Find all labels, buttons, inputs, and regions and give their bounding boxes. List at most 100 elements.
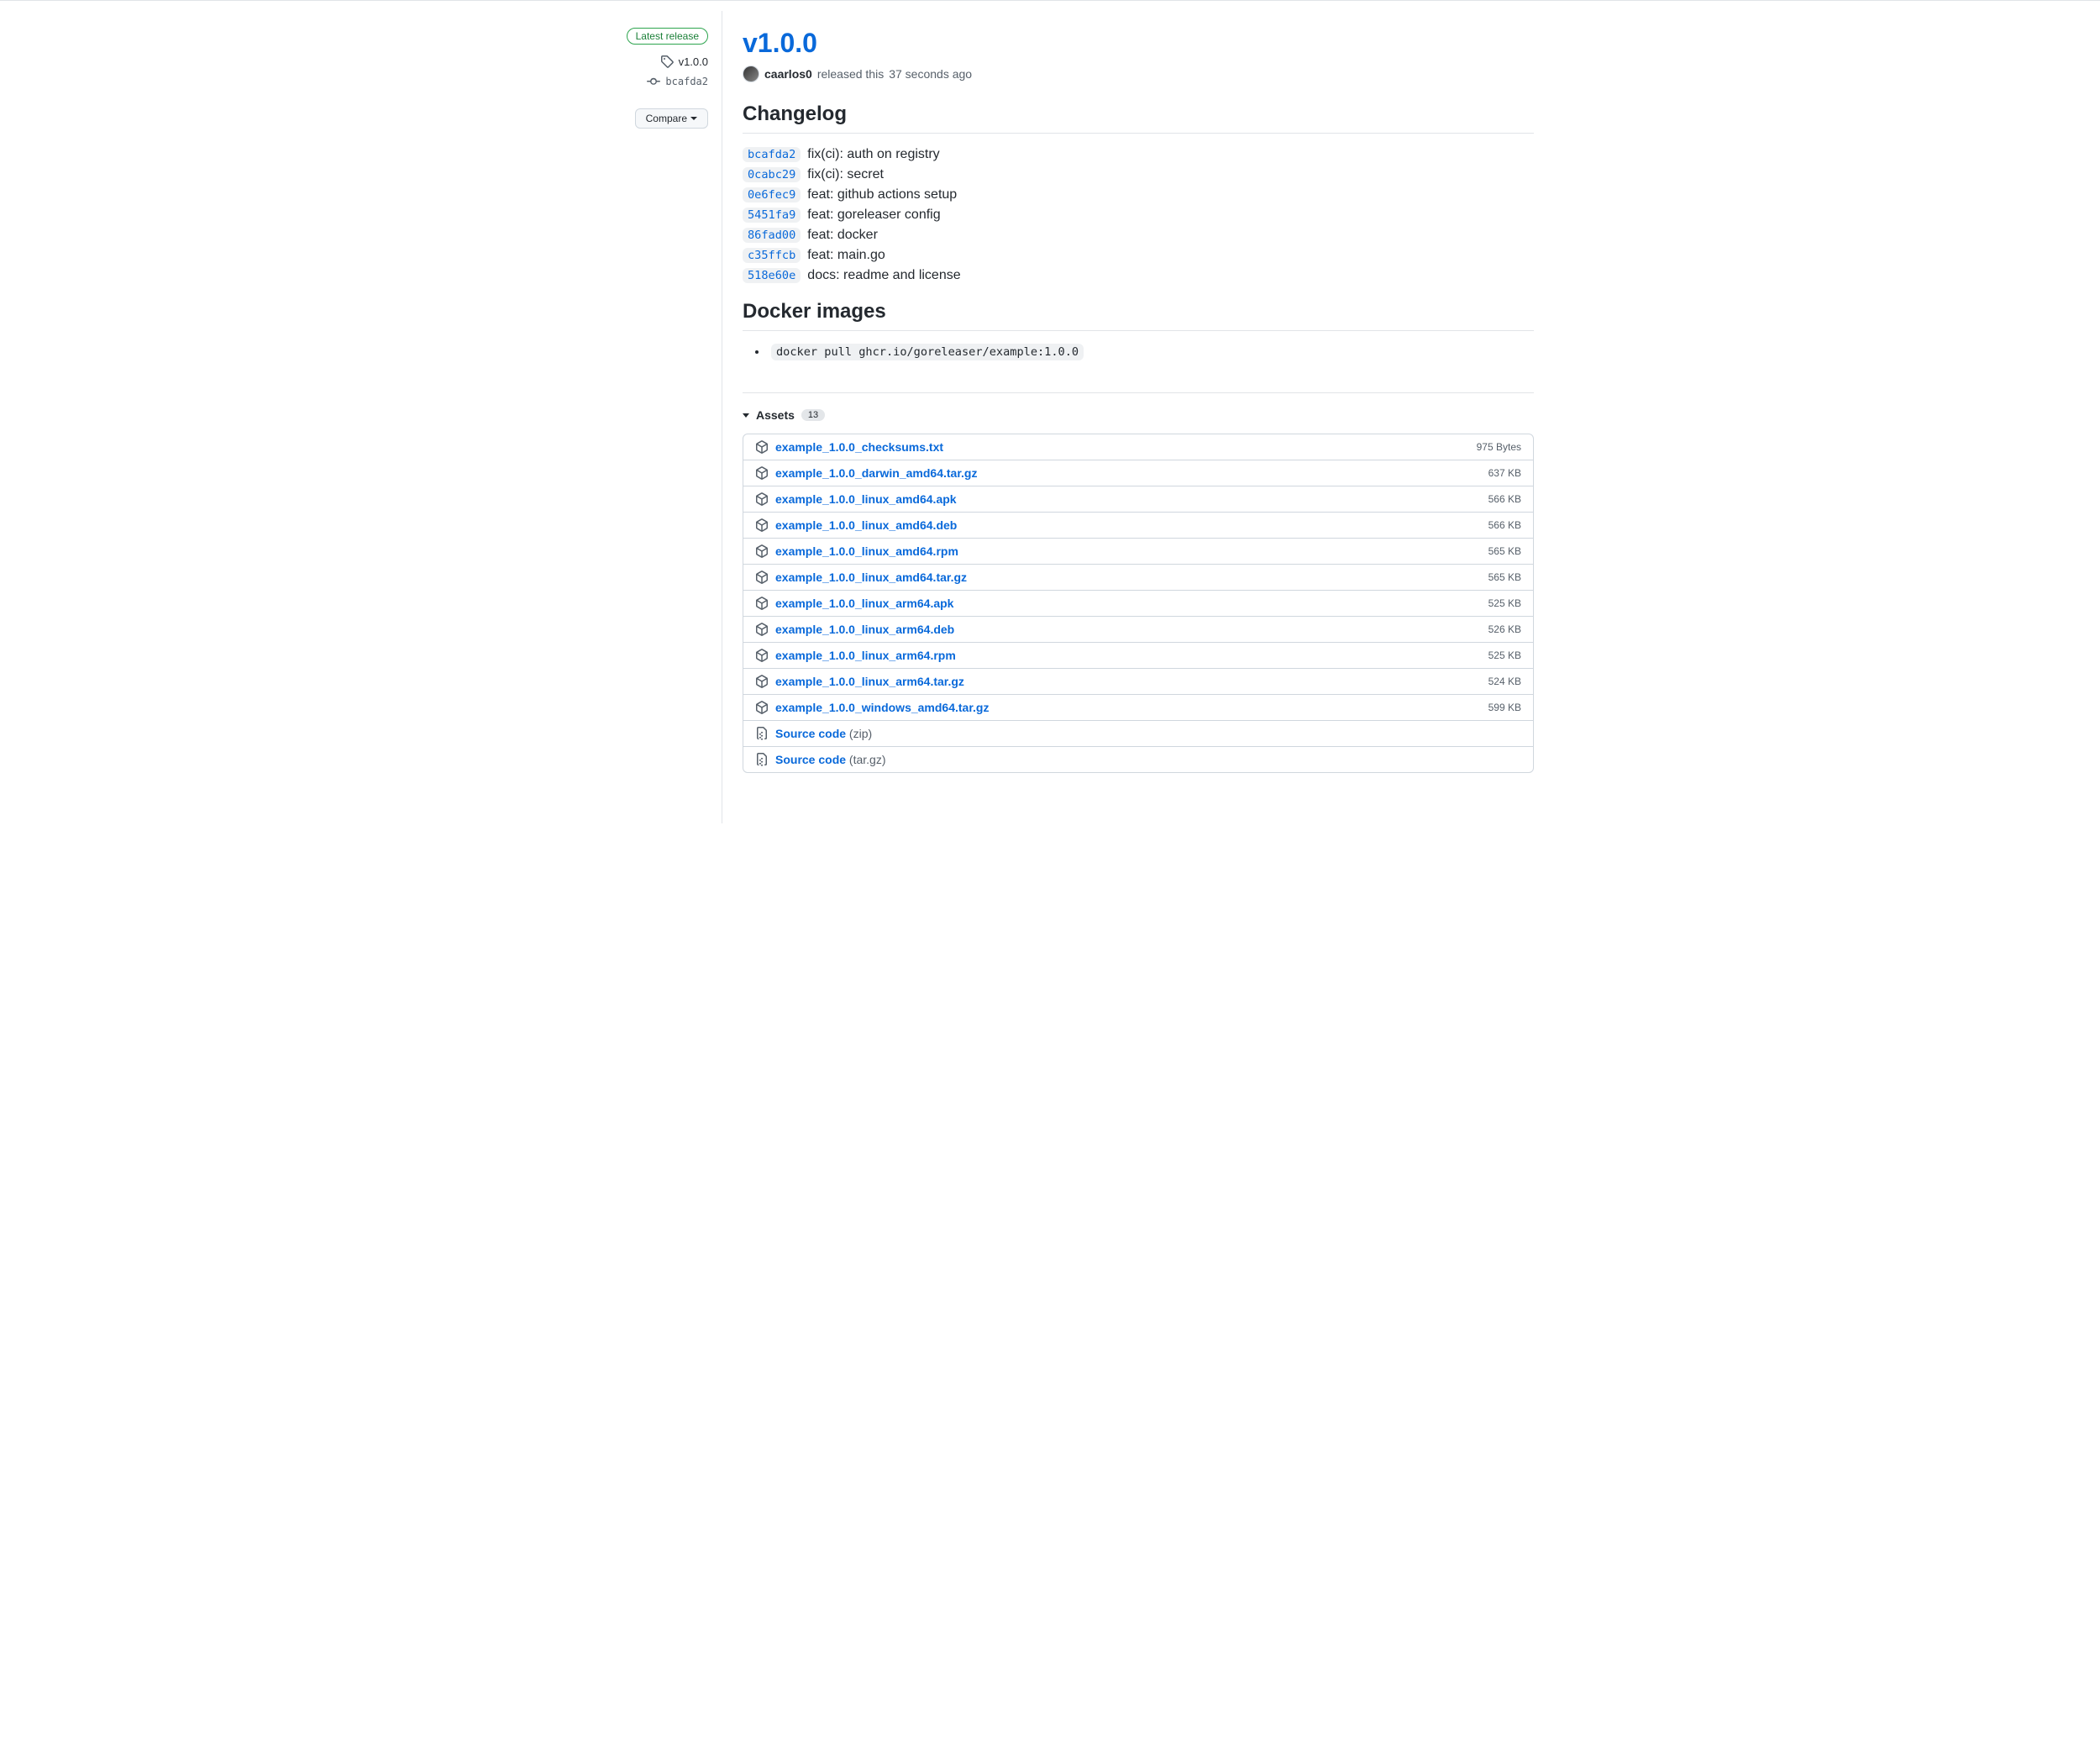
release-sidebar: Latest release v1.0.0 bcafda2 Compare xyxy=(546,11,722,823)
package-icon xyxy=(755,492,769,506)
released-text: released this xyxy=(817,67,884,81)
asset-name: example_1.0.0_checksums.txt xyxy=(775,440,943,454)
compare-button[interactable]: Compare xyxy=(635,108,708,129)
asset-size: 526 KB xyxy=(1488,623,1521,635)
package-icon xyxy=(755,518,769,532)
assets-toggle[interactable]: Assets 13 xyxy=(743,408,1534,422)
commit-message: fix(ci): auth on registry xyxy=(807,147,939,162)
package-icon xyxy=(755,571,769,584)
file-zip-icon xyxy=(755,753,769,766)
asset-link[interactable]: example_1.0.0_checksums.txt xyxy=(755,440,943,454)
commit-message: feat: docker xyxy=(807,228,878,243)
asset-link[interactable]: example_1.0.0_darwin_amd64.tar.gz xyxy=(755,466,977,480)
asset-name: Source code (zip) xyxy=(775,727,872,740)
package-icon xyxy=(755,544,769,558)
asset-link[interactable]: example_1.0.0_linux_amd64.tar.gz xyxy=(755,571,967,584)
asset-name: Source code (tar.gz) xyxy=(775,753,886,766)
asset-link[interactable]: example_1.0.0_linux_amd64.apk xyxy=(755,492,957,506)
asset-link[interactable]: example_1.0.0_linux_arm64.tar.gz xyxy=(755,675,964,688)
changelog-item: 0e6fec9 feat: github actions setup xyxy=(743,187,1534,202)
asset-row: Source code (zip) xyxy=(743,721,1533,747)
docker-command: docker pull ghcr.io/goreleaser/example:1… xyxy=(771,344,1084,360)
docker-heading: Docker images xyxy=(743,300,1534,331)
asset-name: example_1.0.0_linux_amd64.deb xyxy=(775,518,957,532)
asset-row: example_1.0.0_windows_amd64.tar.gz 599 KB xyxy=(743,695,1533,721)
package-icon xyxy=(755,466,769,480)
asset-name: example_1.0.0_linux_arm64.apk xyxy=(775,597,953,610)
tag-icon xyxy=(660,55,674,68)
commit-link[interactable]: bcafda2 xyxy=(559,75,708,88)
asset-link[interactable]: Source code (zip) xyxy=(755,727,872,740)
tag-link[interactable]: v1.0.0 xyxy=(559,55,708,68)
latest-release-badge: Latest release xyxy=(627,28,708,45)
asset-size: 565 KB xyxy=(1488,545,1521,557)
docker-list-item: docker pull ghcr.io/goreleaser/example:1… xyxy=(768,344,1534,359)
author-row: caarlos0 released this 37 seconds ago xyxy=(743,66,1534,82)
asset-size: 565 KB xyxy=(1488,571,1521,583)
asset-name: example_1.0.0_windows_amd64.tar.gz xyxy=(775,701,989,714)
asset-name: example_1.0.0_linux_amd64.apk xyxy=(775,492,957,506)
asset-row: Source code (tar.gz) xyxy=(743,747,1533,772)
changelog-heading: Changelog xyxy=(743,103,1534,134)
docker-list: docker pull ghcr.io/goreleaser/example:1… xyxy=(743,344,1534,359)
release-title[interactable]: v1.0.0 xyxy=(743,28,1534,59)
compare-label: Compare xyxy=(646,113,687,124)
commit-sha-link[interactable]: 518e60e xyxy=(743,268,801,283)
asset-row: example_1.0.0_linux_amd64.deb 566 KB xyxy=(743,513,1533,539)
asset-size: 599 KB xyxy=(1488,702,1521,713)
changelog-item: 5451fa9 feat: goreleaser config xyxy=(743,208,1534,223)
assets-label: Assets xyxy=(756,408,795,422)
asset-link[interactable]: example_1.0.0_linux_arm64.apk xyxy=(755,597,953,610)
asset-row: example_1.0.0_linux_arm64.deb 526 KB xyxy=(743,617,1533,643)
file-zip-icon xyxy=(755,727,769,740)
package-icon xyxy=(755,675,769,688)
commit-sha-link[interactable]: 86fad00 xyxy=(743,228,801,243)
commit-message: docs: readme and license xyxy=(807,268,960,283)
avatar[interactable] xyxy=(743,66,759,82)
commit-sha-link[interactable]: 0e6fec9 xyxy=(743,187,801,202)
commit-sha-link[interactable]: bcafda2 xyxy=(743,147,801,162)
tag-label: v1.0.0 xyxy=(679,55,708,68)
asset-size: 525 KB xyxy=(1488,649,1521,661)
assets-count-badge: 13 xyxy=(801,409,825,421)
asset-row: example_1.0.0_linux_arm64.apk 525 KB xyxy=(743,591,1533,617)
asset-size: 524 KB xyxy=(1488,676,1521,687)
asset-name: example_1.0.0_linux_amd64.tar.gz xyxy=(775,571,967,584)
asset-size: 566 KB xyxy=(1488,493,1521,505)
asset-name: example_1.0.0_darwin_amd64.tar.gz xyxy=(775,466,977,480)
asset-link[interactable]: example_1.0.0_windows_amd64.tar.gz xyxy=(755,701,989,714)
package-icon xyxy=(755,623,769,636)
commit-sha-link[interactable]: 0cabc29 xyxy=(743,167,801,182)
time-ago: 37 seconds ago xyxy=(889,67,972,81)
commit-message: feat: goreleaser config xyxy=(807,208,940,223)
commit-message: feat: github actions setup xyxy=(807,187,957,202)
commit-sha: bcafda2 xyxy=(665,76,708,87)
commit-sha-link[interactable]: 5451fa9 xyxy=(743,208,801,223)
package-icon xyxy=(755,597,769,610)
asset-link[interactable]: Source code (tar.gz) xyxy=(755,753,886,766)
package-icon xyxy=(755,701,769,714)
asset-size: 525 KB xyxy=(1488,597,1521,609)
commit-message: fix(ci): secret xyxy=(807,167,884,182)
asset-row: example_1.0.0_linux_amd64.tar.gz 565 KB xyxy=(743,565,1533,591)
changelog-item: 518e60e docs: readme and license xyxy=(743,268,1534,283)
asset-size: 975 Bytes xyxy=(1477,441,1521,453)
asset-link[interactable]: example_1.0.0_linux_arm64.deb xyxy=(755,623,954,636)
changelog-item: 86fad00 feat: docker xyxy=(743,228,1534,243)
asset-name: example_1.0.0_linux_amd64.rpm xyxy=(775,544,958,558)
asset-size: 566 KB xyxy=(1488,519,1521,531)
asset-ext: (tar.gz) xyxy=(846,753,885,766)
changelog-item: 0cabc29 fix(ci): secret xyxy=(743,167,1534,182)
asset-link[interactable]: example_1.0.0_linux_amd64.rpm xyxy=(755,544,958,558)
asset-row: example_1.0.0_linux_arm64.tar.gz 524 KB xyxy=(743,669,1533,695)
asset-link[interactable]: example_1.0.0_linux_arm64.rpm xyxy=(755,649,956,662)
commit-message: feat: main.go xyxy=(807,248,885,263)
asset-link[interactable]: example_1.0.0_linux_amd64.deb xyxy=(755,518,957,532)
caret-down-icon xyxy=(690,117,697,120)
asset-name: example_1.0.0_linux_arm64.deb xyxy=(775,623,954,636)
section-divider xyxy=(743,392,1534,393)
commit-sha-link[interactable]: c35ffcb xyxy=(743,248,801,263)
author-link[interactable]: caarlos0 xyxy=(764,67,812,81)
asset-row: example_1.0.0_linux_amd64.rpm 565 KB xyxy=(743,539,1533,565)
asset-size: 637 KB xyxy=(1488,467,1521,479)
